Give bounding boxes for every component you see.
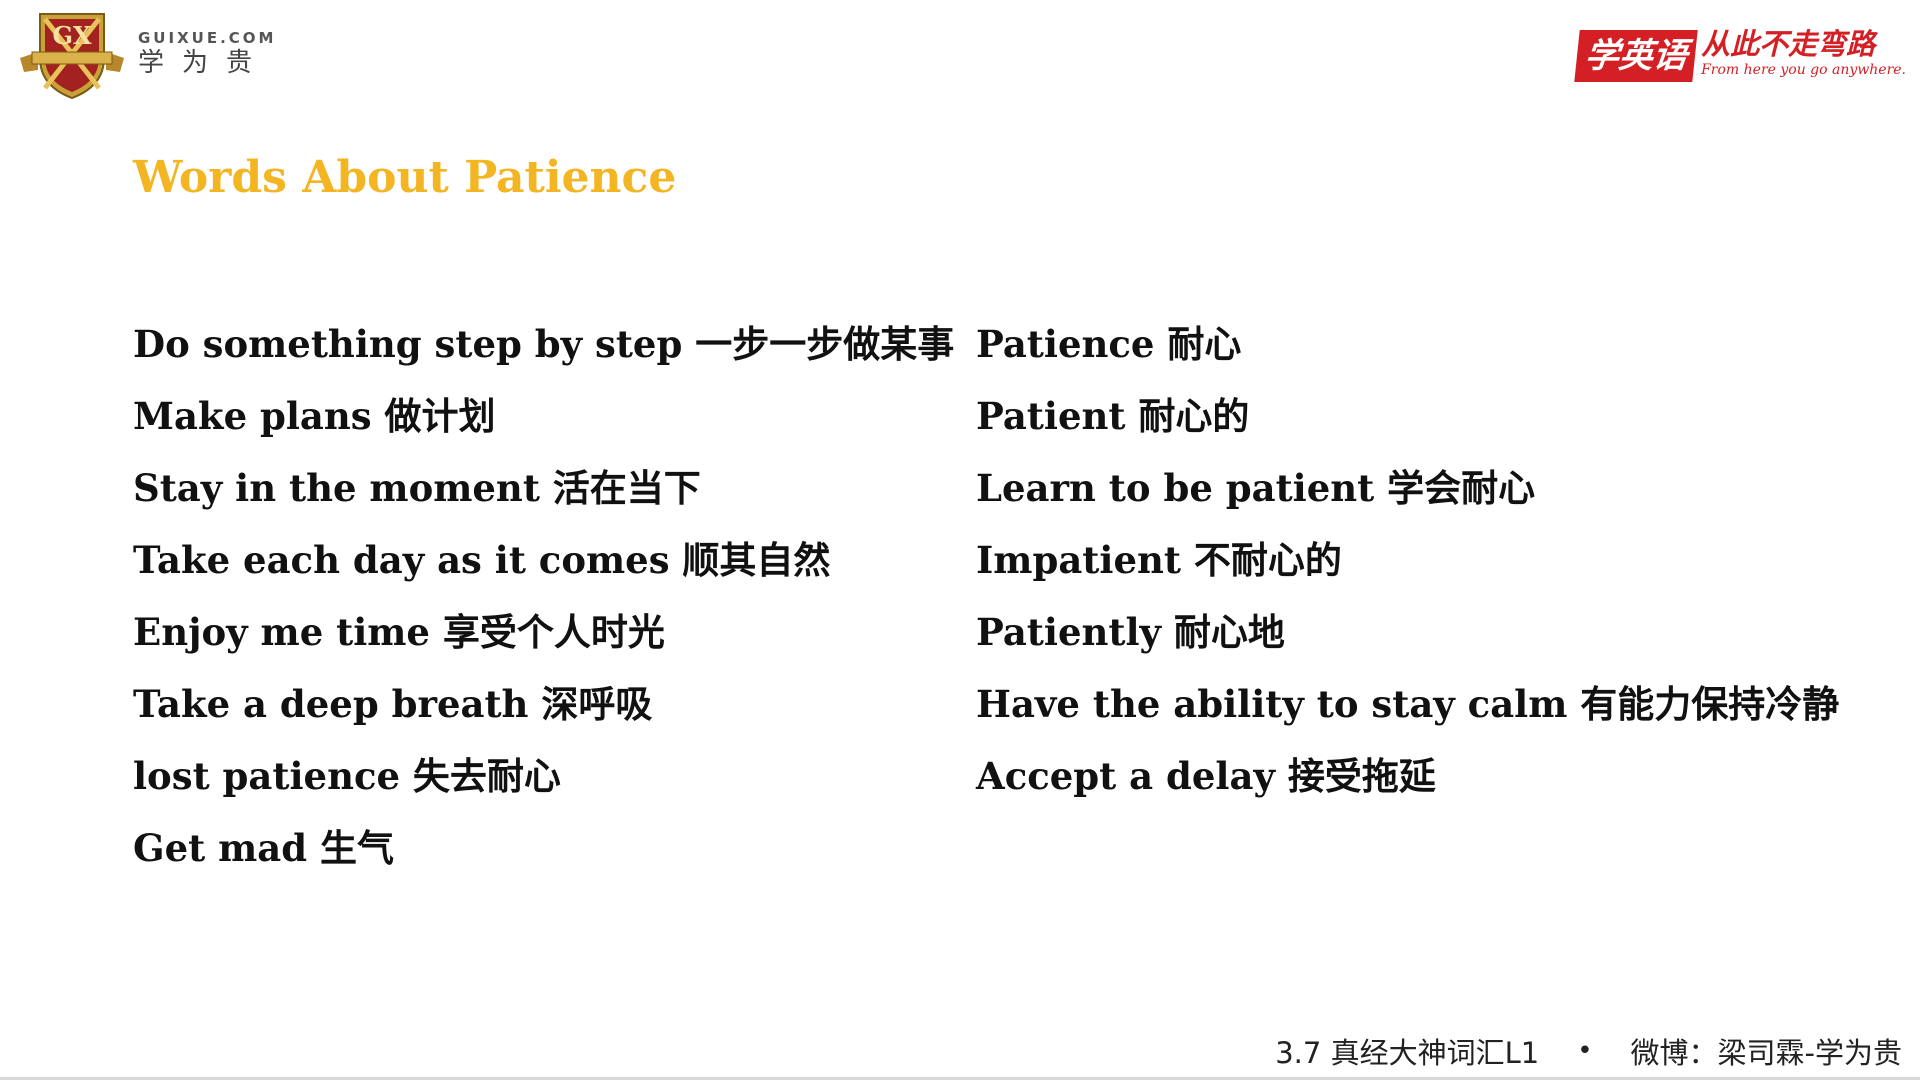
phrase-item: Do something step by step 一步一步做某事: [133, 322, 955, 366]
crest-icon: GX: [20, 13, 124, 100]
phrase-item: Make plans 做计划: [133, 394, 496, 438]
course-label: 3.7 真经大神词汇L1: [1275, 1036, 1540, 1070]
header: GX GUIXUE.COM 学为贵 学英语 从此不走弯路 From here y…: [0, 0, 1920, 120]
left-phrase-list: Do something step by step 一步一步做某事 Make p…: [133, 318, 954, 894]
phrase-item: Patiently 耐心地: [976, 610, 1285, 654]
right-phrase-list: Patience 耐心 Patient 耐心的 Learn to be pati…: [976, 318, 1839, 822]
phrase-item: Stay in the moment 活在当下: [133, 466, 701, 510]
svg-text:GX: GX: [52, 21, 91, 50]
brand-domain: GUIXUE.COM: [138, 29, 277, 48]
phrase-item: Accept a delay 接受拖延: [976, 754, 1436, 798]
brand-logo[interactable]: GX GUIXUE.COM 学为贵: [18, 8, 276, 100]
phrase-item: Patience 耐心: [976, 322, 1242, 366]
slogan-logo[interactable]: 学英语 从此不走弯路 From here you go anywhere.: [1574, 27, 1906, 82]
red-box-logo: 学英语: [1574, 30, 1698, 82]
phrase-item: Take a deep breath 深呼吸: [133, 682, 653, 726]
footer: 3.7 真经大神词汇L1 • 微博：梁司霖-学为贵: [1275, 1030, 1902, 1072]
phrase-item: lost patience 失去耐心: [133, 754, 561, 798]
phrase-item: Have the ability to stay calm 有能力保持冷静: [976, 682, 1840, 726]
phrase-item: Learn to be patient 学会耐心: [976, 466, 1536, 510]
phrase-item: Impatient 不耐心的: [976, 538, 1342, 582]
brand-name: 学为贵: [138, 47, 271, 78]
phrase-item: Take each day as it comes 顺其自然: [133, 538, 831, 582]
slogan-en: From here you go anywhere.: [1701, 62, 1906, 78]
weibo-label: 微博：梁司霖-学为贵: [1630, 1036, 1902, 1070]
slogan-cn: 从此不走弯路: [1701, 27, 1876, 61]
footer-separator: •: [1577, 1036, 1593, 1066]
phrase-item: Patient 耐心的: [976, 394, 1250, 438]
phrase-item: Enjoy me time 享受个人时光: [133, 610, 665, 654]
phrase-item: Get mad 生气: [133, 826, 394, 870]
slide-title: Words About Patience: [133, 152, 677, 203]
